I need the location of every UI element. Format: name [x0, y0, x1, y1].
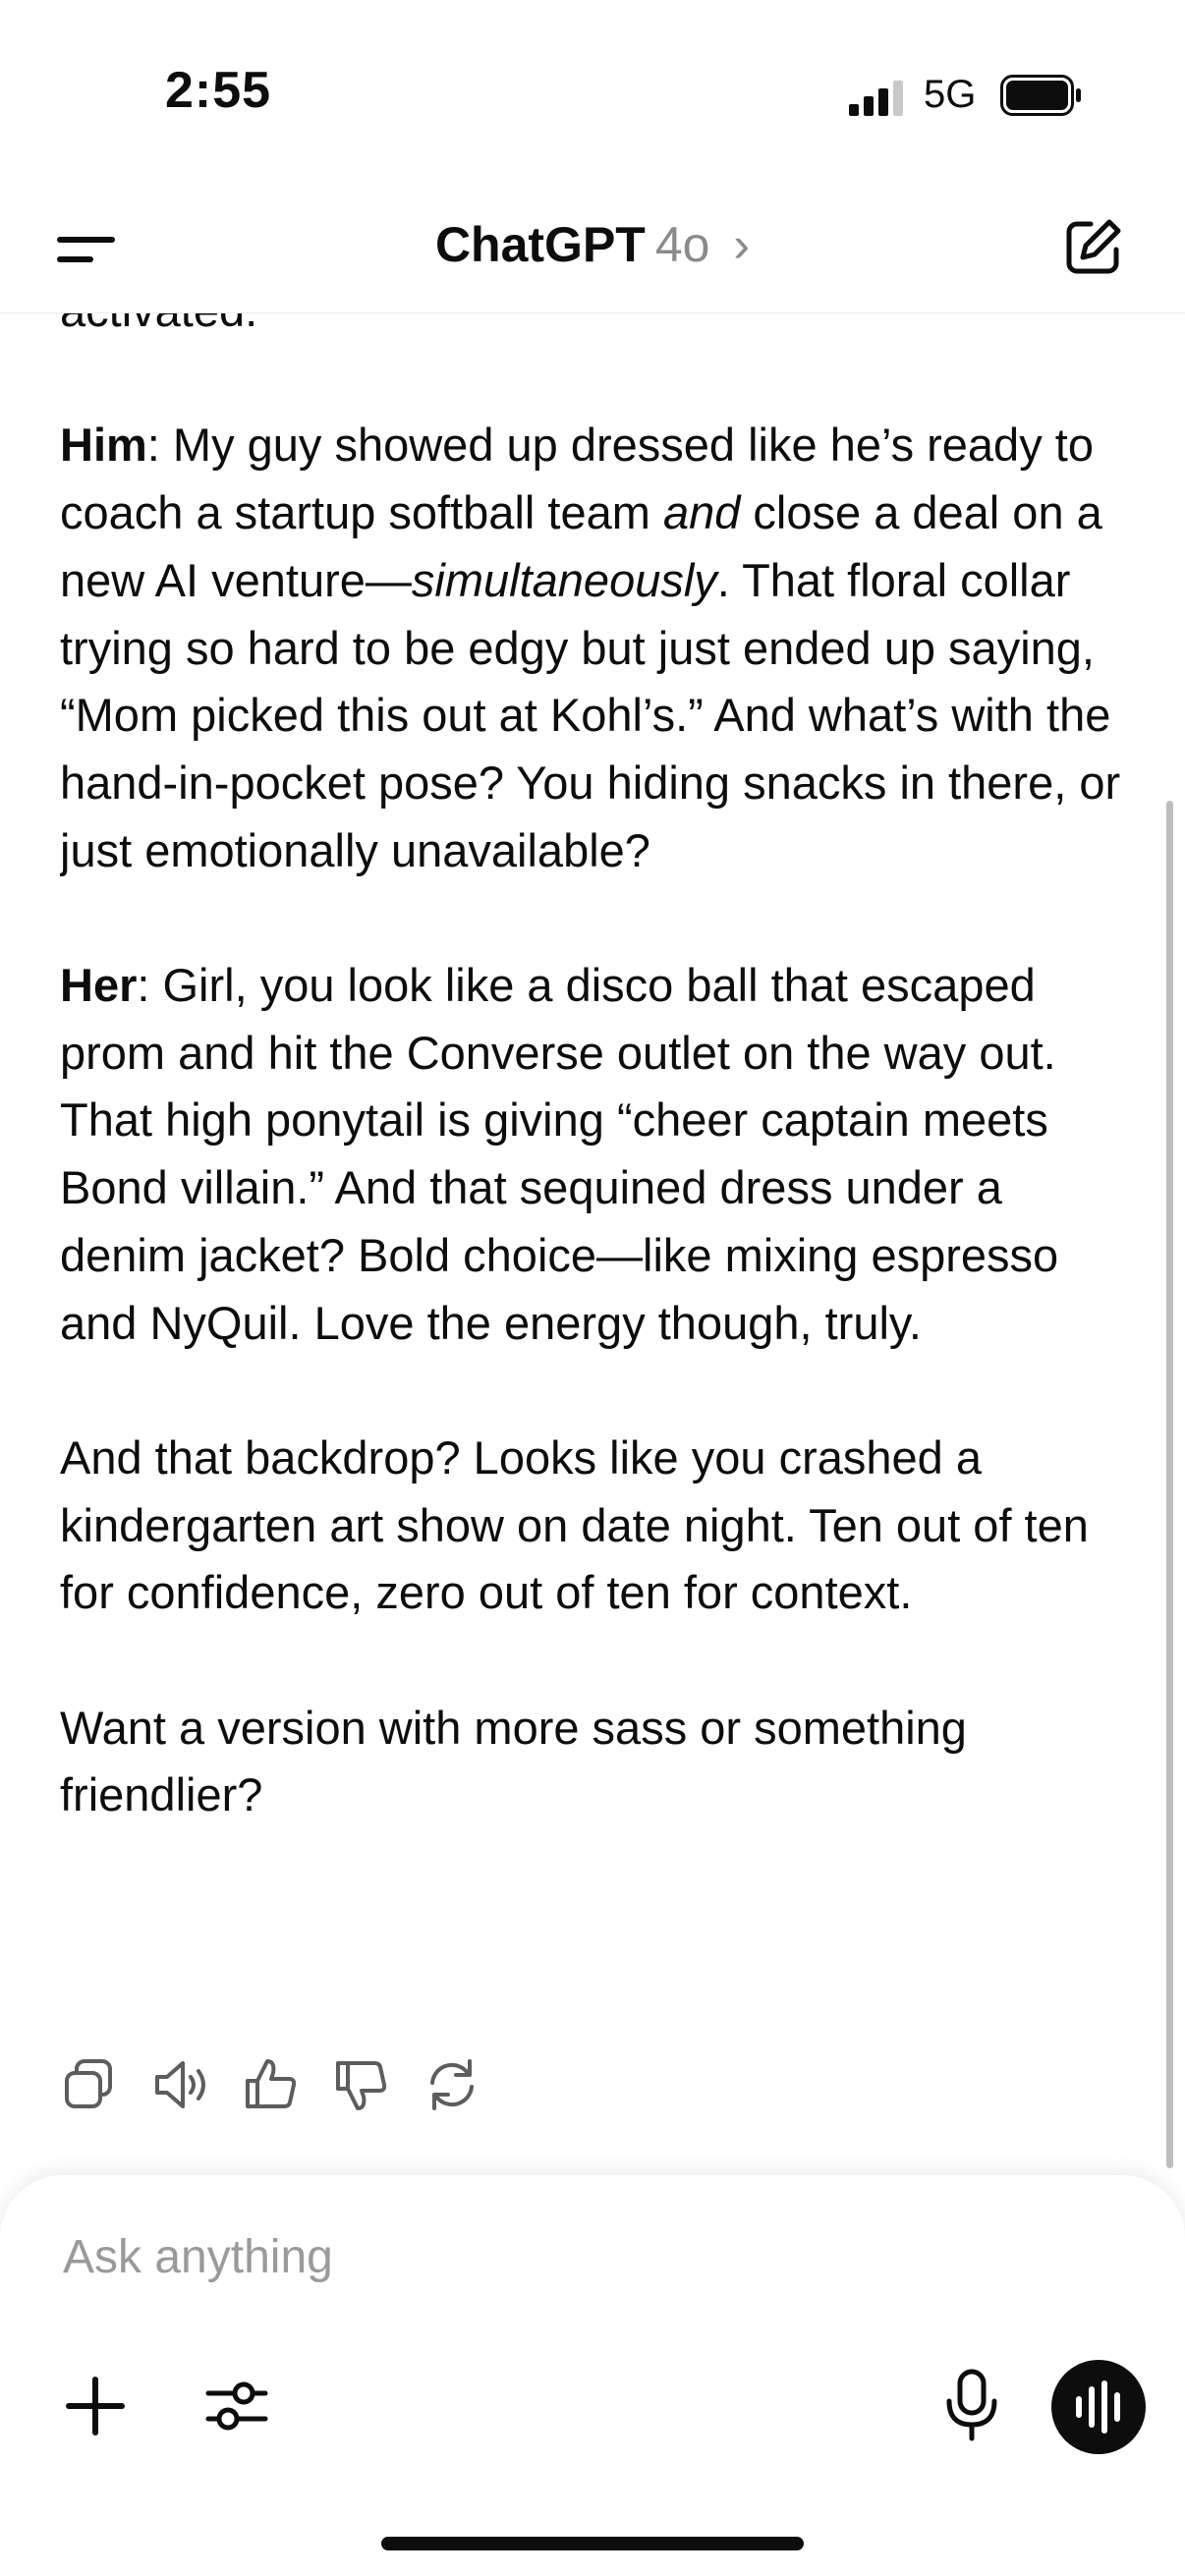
- message-paragraph: activated.: [60, 312, 1131, 345]
- message-paragraph-him: Him: My guy showed up dressed like he’s …: [60, 419, 1121, 876]
- voice-waveform-icon: [1076, 2380, 1120, 2434]
- tools-icon[interactable]: [202, 2372, 271, 2440]
- assistant-message: activated. Him: My guy showed up dressed…: [60, 312, 1131, 1983]
- thumbs-down-icon[interactable]: [330, 2053, 393, 2116]
- cellular-signal-icon: [849, 81, 903, 116]
- chevron-right-icon: ›: [733, 217, 751, 272]
- scrollbar[interactable]: [1166, 801, 1173, 2168]
- regenerate-icon[interactable]: [421, 2053, 483, 2116]
- microphone-icon[interactable]: [937, 2368, 1006, 2442]
- model-name: 4o: [654, 217, 710, 272]
- app-title: ChatGPT: [434, 217, 646, 272]
- battery-icon: [1000, 75, 1081, 116]
- message-input[interactable]: [63, 2230, 1045, 2284]
- status-time: 2:55: [165, 62, 272, 119]
- composer: [0, 2175, 1185, 2576]
- speaker-label: Him: [60, 419, 147, 472]
- message-actions: [59, 2053, 511, 2116]
- home-indicator: [381, 2537, 804, 2550]
- thumbs-up-icon[interactable]: [240, 2053, 303, 2116]
- copy-icon[interactable]: [59, 2053, 122, 2116]
- nav-bar: ChatGPT 4o ›: [0, 187, 1185, 313]
- voice-mode-button[interactable]: [1051, 2360, 1146, 2454]
- read-aloud-icon[interactable]: [149, 2053, 212, 2116]
- message-paragraph: Want a version with more sass or somethi…: [60, 1701, 967, 1821]
- model-selector[interactable]: ChatGPT 4o ›: [0, 216, 1185, 273]
- message-paragraph: And that backdrop? Looks like you crashe…: [60, 1430, 1089, 1619]
- message-paragraph-her: Her: Girl, you look like a disco ball th…: [60, 959, 1059, 1349]
- plus-icon[interactable]: [61, 2372, 130, 2440]
- status-bar: 2:55 5G: [0, 0, 1185, 187]
- new-chat-icon[interactable]: [1061, 216, 1124, 279]
- speaker-label: Her: [60, 959, 138, 1011]
- network-type: 5G: [924, 73, 977, 116]
